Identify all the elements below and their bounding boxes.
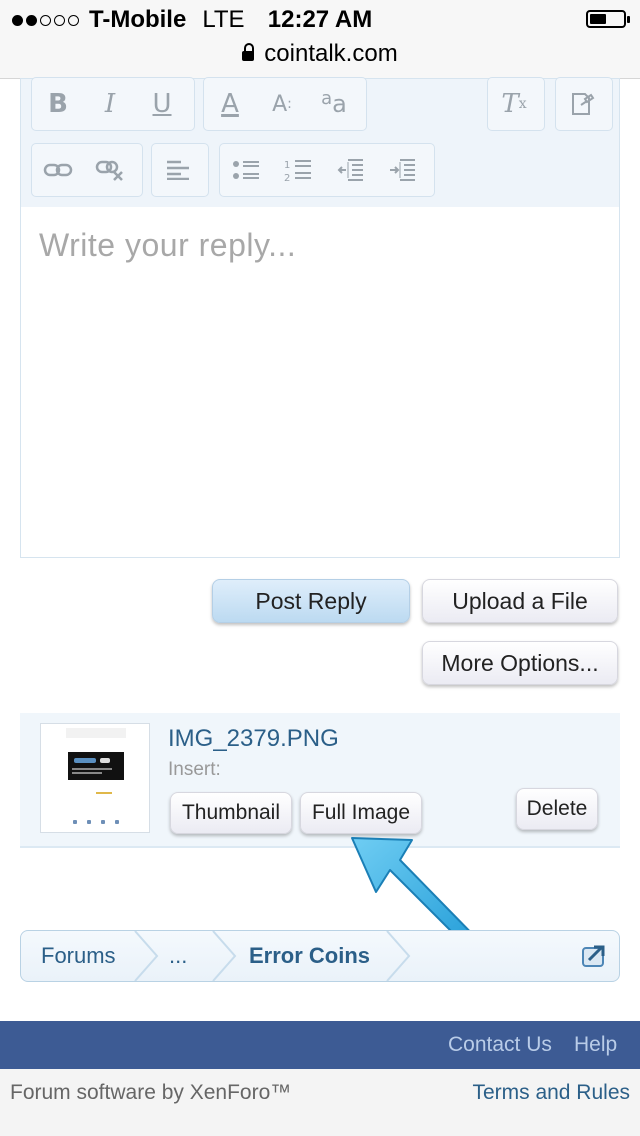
chevron-right-icon <box>134 931 159 981</box>
link-icon[interactable] <box>32 144 84 196</box>
attachment-filename[interactable]: IMG_2379.PNG <box>168 725 339 753</box>
insert-full-image-button[interactable]: Full Image <box>300 792 422 834</box>
terms-link[interactable]: Terms and Rules <box>472 1081 630 1105</box>
reply-editor: B I U A A: aa Tx 1 2 Write your reply... <box>20 77 620 558</box>
bullet-list-icon[interactable] <box>220 144 272 196</box>
indent-icon[interactable] <box>376 144 428 196</box>
editor-toolbar: B I U A A: aa Tx 1 2 <box>21 77 619 208</box>
font-group: A A: aa <box>203 77 367 131</box>
text-style-group: B I U <box>31 77 195 131</box>
chevron-right-icon <box>212 931 237 981</box>
list-group: 12 <box>219 143 435 197</box>
align-icon[interactable] <box>152 144 204 196</box>
clock: 12:27 AM <box>267 6 373 33</box>
status-bar: T-Mobile LTE 12:27 AM cointalk.com <box>0 0 640 79</box>
copyright-text[interactable]: Forum software by XenForo™ <box>10 1081 291 1105</box>
help-link[interactable]: Help <box>574 1021 617 1069</box>
link-group <box>31 143 143 197</box>
url-text: cointalk.com <box>264 40 398 67</box>
thumbnail-image <box>66 728 126 828</box>
breadcrumb-error-coins[interactable]: Error Coins <box>249 931 370 981</box>
post-reply-button[interactable]: Post Reply <box>212 579 410 623</box>
lock-icon <box>242 43 255 61</box>
battery-icon <box>586 10 630 28</box>
reply-input[interactable] <box>21 207 619 557</box>
legal-footer: Forum software by XenForo™ Terms and Rul… <box>0 1069 640 1136</box>
breadcrumb: Forums ... Error Coins <box>20 930 620 982</box>
chevron-right-icon <box>386 931 411 981</box>
remove-format-group: Tx <box>487 77 545 131</box>
switch-mode-group <box>555 77 613 131</box>
font-size-icon[interactable]: A: <box>256 78 308 130</box>
font-color-icon[interactable]: A <box>204 78 256 130</box>
attachment-item: IMG_2379.PNG Insert: Thumbnail Full Imag… <box>20 713 620 848</box>
align-group <box>151 143 209 197</box>
insert-label: Insert: <box>168 759 221 780</box>
numbered-list-icon[interactable]: 12 <box>272 144 324 196</box>
address-bar[interactable]: cointalk.com <box>0 40 640 68</box>
upload-file-button[interactable]: Upload a File <box>422 579 618 623</box>
switch-mode-icon[interactable] <box>556 78 608 130</box>
jump-to-icon[interactable] <box>581 944 607 968</box>
reply-text-area <box>21 207 619 557</box>
breadcrumb-forums[interactable]: Forums <box>41 931 116 981</box>
attachment-thumbnail[interactable] <box>40 723 150 833</box>
svg-text:1: 1 <box>284 160 290 171</box>
underline-icon[interactable]: U <box>136 78 188 130</box>
footer-bar: Contact Us Help <box>0 1021 640 1069</box>
unlink-icon[interactable] <box>84 144 136 196</box>
delete-attachment-button[interactable]: Delete <box>516 788 598 830</box>
insert-thumbnail-button[interactable]: Thumbnail <box>170 792 292 834</box>
bold-icon[interactable]: B <box>32 78 84 130</box>
contact-us-link[interactable]: Contact Us <box>448 1021 552 1069</box>
italic-icon[interactable]: I <box>84 78 136 130</box>
more-options-button[interactable]: More Options... <box>422 641 618 685</box>
font-family-icon[interactable]: aa <box>308 78 360 130</box>
outdent-icon[interactable] <box>324 144 376 196</box>
svg-text:2: 2 <box>284 173 290 182</box>
breadcrumb-ellipsis[interactable]: ... <box>169 931 187 981</box>
remove-format-icon[interactable]: Tx <box>488 78 540 130</box>
